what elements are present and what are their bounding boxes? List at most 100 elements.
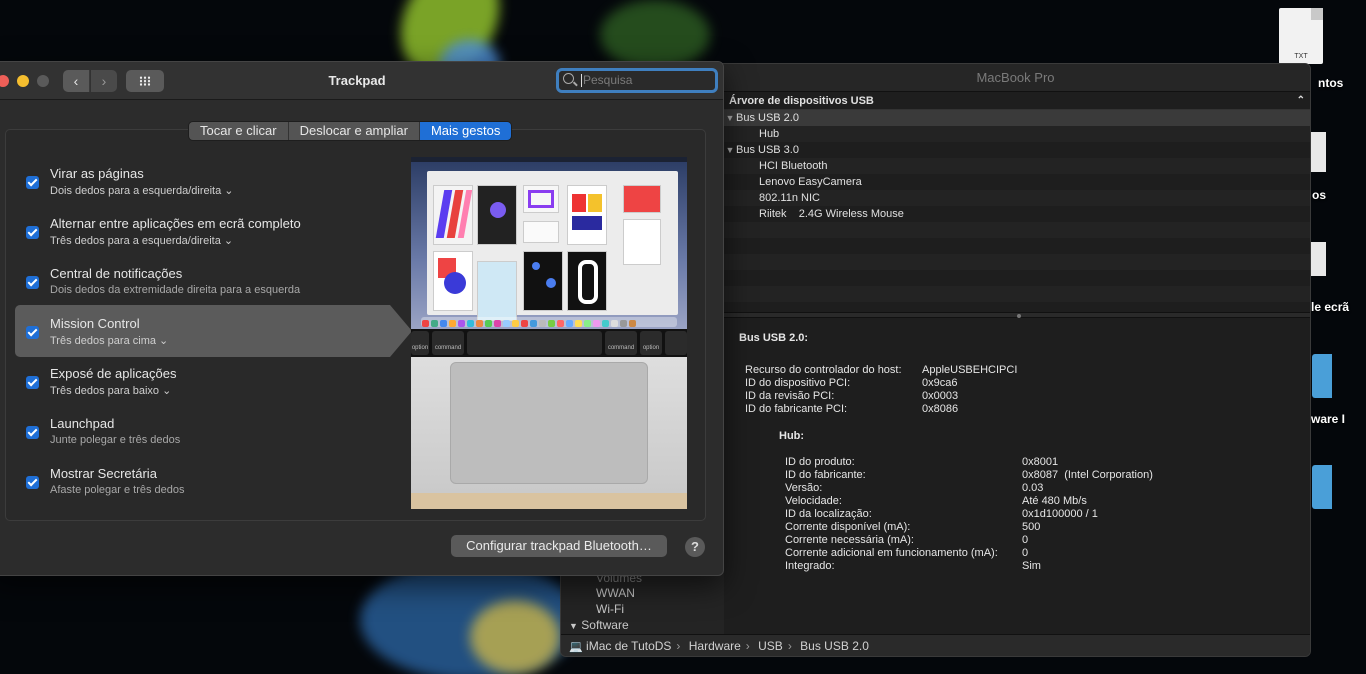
path-bar: 💻 iMac de TutoDS › Hardware › USB › Bus USB… bbox=[561, 634, 1310, 656]
tree-row-empty bbox=[724, 222, 1310, 238]
preview-spacebar bbox=[467, 331, 602, 355]
path-item[interactable]: iMac de TutoDS bbox=[586, 639, 671, 653]
tree-row-hci-bluetooth[interactable]: HCI Bluetooth bbox=[724, 158, 1310, 174]
gesture-dropdown[interactable]: Dois dedos para a esquerda/direita bbox=[50, 184, 234, 197]
preview-artwork bbox=[523, 185, 559, 213]
option-swipe-fullscreen-apps[interactable]: Alternar entre aplicações em ecrã comple… bbox=[15, 205, 390, 257]
gesture-dropdown[interactable]: Três dedos para baixo bbox=[50, 384, 171, 397]
preview-key: option bbox=[640, 331, 662, 355]
tree-row-empty bbox=[724, 286, 1310, 302]
tree-row-hub[interactable]: Hub bbox=[724, 126, 1310, 142]
property-key: ID do fabricante: bbox=[785, 469, 866, 481]
folder-icon[interactable] bbox=[1312, 465, 1332, 509]
help-button[interactable]: ? bbox=[685, 537, 705, 557]
tree-header[interactable]: Árvore de dispositivos USB ⌃ bbox=[724, 92, 1310, 110]
search-input[interactable]: Pesquisa bbox=[556, 68, 718, 93]
checkbox[interactable] bbox=[26, 476, 39, 489]
tree-row-label: Hub bbox=[759, 128, 780, 140]
gesture-dropdown[interactable]: Três dedos para cima bbox=[50, 334, 168, 347]
preview-artwork bbox=[477, 261, 517, 321]
desktop-icon-label[interactable]: ware I bbox=[1311, 412, 1345, 426]
disclosure-triangle-icon[interactable]: ▼ bbox=[724, 110, 736, 126]
path-separator-icon: › bbox=[745, 639, 750, 653]
property-key: Versão: bbox=[785, 482, 823, 494]
sidebar-section-label: Software bbox=[581, 618, 629, 632]
option-title: Alternar entre aplicações em ecrã comple… bbox=[50, 216, 301, 231]
option-title: Exposé de aplicações bbox=[50, 366, 177, 381]
property-row: Integrado: Sim bbox=[785, 560, 1295, 573]
tree-row-empty bbox=[724, 270, 1310, 286]
property-row: Corrente disponível (mA): 500 bbox=[785, 521, 1295, 534]
configure-bluetooth-trackpad-button[interactable]: Configurar trackpad Bluetooth… bbox=[451, 535, 667, 557]
checkbox[interactable] bbox=[26, 176, 39, 189]
sidebar-item-wifi[interactable]: Wi-Fi bbox=[596, 602, 624, 616]
property-row: ID do dispositivo PCI: 0x9ca6 bbox=[745, 377, 1295, 390]
preview-artwork bbox=[523, 221, 559, 243]
option-launchpad[interactable]: Launchpad Junte polegar e três dedos bbox=[15, 405, 390, 457]
document-icon[interactable] bbox=[1310, 132, 1326, 172]
preview-key: command bbox=[605, 331, 637, 355]
gesture-dropdown[interactable]: Três dedos para a esquerda/direita bbox=[50, 234, 233, 247]
option-notification-center[interactable]: Central de notificações Dois dedos da ex… bbox=[15, 255, 390, 307]
checkbox[interactable] bbox=[26, 376, 39, 389]
tree-row-nic[interactable]: 802.11n NIC bbox=[724, 190, 1310, 206]
preview-app-window bbox=[427, 171, 678, 321]
option-show-desktop[interactable]: Mostrar Secretária Afaste polegar e três… bbox=[15, 455, 390, 507]
file-type-label: TXT bbox=[1294, 53, 1308, 60]
chevron-up-icon[interactable]: ⌃ bbox=[1297, 92, 1305, 110]
property-value: 0x0003 bbox=[922, 390, 959, 402]
path-item[interactable]: USB bbox=[758, 639, 783, 653]
preview-artwork bbox=[433, 185, 473, 245]
property-row: Velocidade: Até 480 Mb/s bbox=[785, 495, 1295, 508]
detail-pane: Bus USB 2.0: Recurso do controlador do h… bbox=[724, 318, 1310, 634]
screenshot-icon[interactable] bbox=[1310, 242, 1326, 276]
preview-trackpad bbox=[450, 362, 648, 484]
checkbox[interactable] bbox=[26, 326, 39, 339]
folder-icon[interactable] bbox=[1312, 354, 1332, 398]
path-item[interactable]: Bus USB 2.0 bbox=[800, 639, 869, 653]
search-icon bbox=[563, 73, 574, 84]
checkbox[interactable] bbox=[26, 426, 39, 439]
property-row: Versão: 0.03 bbox=[785, 482, 1295, 495]
search-placeholder: Pesquisa bbox=[583, 73, 633, 87]
checkbox[interactable] bbox=[26, 276, 39, 289]
desktop-icon-label[interactable]: os bbox=[1312, 188, 1326, 202]
preview-artwork bbox=[567, 185, 607, 245]
preview-table bbox=[411, 493, 687, 509]
option-description: Afaste polegar e três dedos bbox=[50, 484, 185, 496]
property-value: 0x1d100000 / 1 bbox=[1022, 508, 1098, 520]
property-value: Sim bbox=[1022, 560, 1041, 572]
property-value: 0 bbox=[1022, 547, 1029, 559]
txt-file-icon[interactable]: TXT bbox=[1279, 8, 1323, 64]
option-swipe-pages[interactable]: Virar as páginas Dois dedos para a esque… bbox=[15, 155, 390, 207]
preview-artwork bbox=[623, 219, 661, 265]
toolbar: ‹ › Trackpad Pesquisa bbox=[0, 62, 723, 100]
property-key: ID do dispositivo PCI: bbox=[745, 377, 851, 389]
tree-row-easycamera[interactable]: Lenovo EasyCamera bbox=[724, 174, 1310, 190]
sidebar-item-wwan[interactable]: WWAN bbox=[596, 586, 635, 600]
tree-row-wireless-mouse[interactable]: Riitek 2.4G Wireless Mouse bbox=[724, 206, 1310, 222]
tree-row-bus-usb-2[interactable]: ▼ Bus USB 2.0 bbox=[724, 110, 1310, 126]
disclosure-triangle-icon[interactable]: ▼ bbox=[724, 142, 736, 158]
tab-scroll-and-zoom[interactable]: Deslocar e ampliar bbox=[288, 122, 420, 140]
preview-artwork bbox=[523, 251, 563, 311]
path-separator-icon: › bbox=[787, 639, 792, 653]
property-key: Velocidade: bbox=[785, 495, 842, 507]
tab-more-gestures[interactable]: Mais gestos bbox=[419, 122, 512, 140]
tab-bar: Tocar e clicar Deslocar e ampliar Mais g… bbox=[188, 121, 513, 141]
desktop-icon-label[interactable]: ntos bbox=[1318, 76, 1343, 90]
option-app-expose[interactable]: Exposé de aplicações Três dedos para bai… bbox=[15, 355, 390, 407]
tab-point-and-click[interactable]: Tocar e clicar bbox=[189, 122, 289, 140]
usb-device-tree: Árvore de dispositivos USB ⌃ ▼ Bus USB 2.… bbox=[724, 92, 1310, 312]
property-value: AppleUSBEHCIPCI bbox=[922, 364, 1018, 376]
property-row: ID da revisão PCI: 0x0003 bbox=[745, 390, 1295, 403]
tree-row-bus-usb-3[interactable]: ▼ Bus USB 3.0 bbox=[724, 142, 1310, 158]
property-key: Corrente disponível (mA): bbox=[785, 521, 911, 533]
sidebar-section-software[interactable]: ▼ Software bbox=[569, 618, 629, 632]
path-item[interactable]: Hardware bbox=[689, 639, 741, 653]
property-value: 0 bbox=[1022, 534, 1029, 546]
option-mission-control[interactable]: Mission Control Três dedos para cima bbox=[15, 305, 412, 357]
checkbox[interactable] bbox=[26, 226, 39, 239]
disclosure-triangle-icon[interactable]: ▼ bbox=[569, 621, 578, 631]
desktop-icon-label[interactable]: le ecrã bbox=[1311, 300, 1349, 314]
